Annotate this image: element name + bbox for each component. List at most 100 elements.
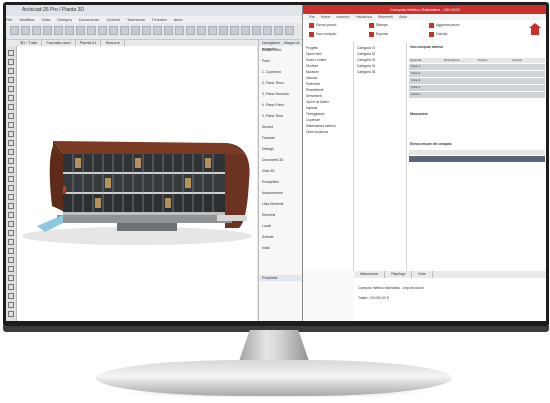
grid-row[interactable]: Voce 2 — [409, 71, 545, 78]
toolbox-tool-icon[interactable] — [8, 194, 14, 200]
navigator-item[interactable]: Documenti 3D — [262, 158, 283, 163]
toolbox-tool-icon[interactable] — [8, 176, 14, 182]
toolbox-tool-icon[interactable] — [8, 149, 14, 155]
toolbox-tool-icon[interactable] — [8, 50, 14, 56]
navigator-item[interactable]: 4. Piano Primo — [262, 103, 284, 108]
toolbar-tool-icon[interactable] — [219, 26, 228, 35]
toolbar-tool-icon[interactable] — [175, 26, 184, 35]
toolbar-tool-icon[interactable] — [197, 26, 206, 35]
navigator-item[interactable]: Locali — [262, 224, 271, 229]
tree-item[interactable]: Intonaci — [306, 76, 317, 80]
toolbox-tool-icon[interactable] — [8, 104, 14, 110]
toolbox-tool-icon[interactable] — [8, 185, 14, 191]
toolbar-tool-icon[interactable] — [142, 26, 151, 35]
navigator-item[interactable]: Edificio Uffici — [262, 48, 281, 53]
ribbon-command[interactable]: Aggiorna prezzi — [436, 23, 460, 27]
toolbox-tool-icon[interactable] — [8, 95, 14, 101]
cad-menu-item[interactable]: Documento — [79, 17, 99, 22]
sub-category-item[interactable]: Categoria 01 — [357, 46, 375, 50]
ribbon-tab[interactable]: File — [309, 15, 315, 19]
toolbox-tool-icon[interactable] — [8, 266, 14, 272]
toolbox-tool-icon[interactable] — [8, 122, 14, 128]
toolbar-tool-icon[interactable] — [76, 26, 85, 35]
tree-item[interactable]: Strutture — [306, 64, 318, 68]
tree-item[interactable]: Murature — [306, 70, 319, 74]
toolbox-tool-icon[interactable] — [8, 311, 14, 317]
navigator-item[interactable]: Indici — [262, 246, 270, 251]
cad-menu-item[interactable]: Modifica — [19, 17, 34, 22]
ribbon-tab[interactable]: Inserisci — [336, 15, 349, 19]
toolbar-tool-icon[interactable] — [153, 26, 162, 35]
toolbar-tool-icon[interactable] — [98, 26, 107, 35]
measures-selected-row[interactable] — [409, 156, 545, 163]
toolbar-tool-icon[interactable] — [241, 26, 250, 35]
toolbox-tool-icon[interactable] — [8, 239, 14, 245]
toolbar-tool-icon[interactable] — [263, 26, 272, 35]
tree-item[interactable]: Tinteggiature — [306, 112, 325, 116]
ribbon-command-icon[interactable] — [309, 32, 314, 37]
sub-category-item[interactable]: Categoria 04 — [357, 64, 375, 68]
grid-row[interactable]: Voce 3 — [409, 78, 545, 85]
tree-item[interactable]: Progetto — [306, 46, 318, 50]
toolbox-tool-icon[interactable] — [8, 257, 14, 263]
toolbar-tool-icon[interactable] — [285, 26, 294, 35]
toolbar-tool-icon[interactable] — [274, 26, 283, 35]
bottom-tab[interactable]: Riepilogo — [385, 271, 413, 278]
cad-menu-item[interactable]: Vista — [41, 17, 50, 22]
toolbox-tool-icon[interactable] — [8, 140, 14, 146]
navigator-item[interactable]: 1. Copertura — [262, 70, 281, 75]
grid-row[interactable]: Voce 1 — [409, 64, 545, 71]
navigator-item[interactable]: Prospettive — [262, 180, 279, 185]
tree-item[interactable]: Oneri sicurezza — [306, 130, 328, 134]
ribbon-command[interactable]: Stampa — [376, 23, 388, 27]
toolbox-tool-icon[interactable] — [8, 158, 14, 164]
tree-item[interactable]: Coperture — [306, 118, 320, 122]
navigator-item[interactable]: 3. Piano Secondo — [262, 92, 289, 97]
toolbar-tool-icon[interactable] — [54, 26, 63, 35]
toolbar-tool-icon[interactable] — [120, 26, 129, 35]
toolbar-tool-icon[interactable] — [32, 26, 41, 35]
ribbon-command-icon[interactable] — [429, 32, 434, 37]
toolbox-tool-icon[interactable] — [8, 212, 14, 218]
toolbar-tool-icon[interactable] — [164, 26, 173, 35]
bottom-tab[interactable]: Note — [412, 271, 433, 278]
navigator-item[interactable]: Dettagli — [262, 147, 274, 152]
toolbar-tool-icon[interactable] — [208, 26, 217, 35]
tree-item[interactable]: Serramenti — [306, 94, 322, 98]
tree-item[interactable]: Rivestimenti — [306, 88, 323, 92]
toolbox-tool-icon[interactable] — [8, 167, 14, 173]
toolbar-tool-icon[interactable] — [43, 26, 52, 35]
bottom-tab[interactable]: Misurazione — [354, 271, 386, 278]
navigator-item[interactable]: Assonometrie — [262, 191, 283, 196]
navigator-item[interactable]: Piani — [262, 59, 270, 64]
toolbar-tool-icon[interactable] — [21, 26, 30, 35]
ribbon-command-icon[interactable] — [309, 23, 314, 28]
tree-item[interactable]: Scavi e rinterri — [306, 58, 326, 62]
toolbox-tool-icon[interactable] — [8, 68, 14, 74]
grid-row[interactable]: Voce 4 — [409, 85, 545, 92]
cad-menu-item[interactable]: Teamwork — [127, 17, 145, 22]
cad-menu-item[interactable]: Disegno — [57, 17, 72, 22]
tree-item[interactable]: Pavimenti — [306, 82, 320, 86]
toolbox-tool-icon[interactable] — [8, 302, 14, 308]
toolbox-tool-icon[interactable] — [8, 221, 14, 227]
toolbar-tool-icon[interactable] — [87, 26, 96, 35]
cad-menu-item[interactable]: Opzioni — [106, 17, 120, 22]
navigator-item[interactable]: Elementi — [262, 213, 275, 218]
navigator-item[interactable]: 2. Piano Terzo — [262, 81, 284, 86]
tree-item[interactable]: Impianti — [306, 106, 317, 110]
ribbon-tab[interactable]: Home — [321, 15, 331, 19]
cad-menu-item[interactable]: Finestra — [152, 17, 166, 22]
ribbon-command[interactable]: Elenco prezzi — [316, 23, 336, 27]
toolbox-tool-icon[interactable] — [8, 284, 14, 290]
toolbar-tool-icon[interactable] — [186, 26, 195, 35]
sub-category-item[interactable]: Categoria 03 — [357, 58, 375, 62]
toolbox-tool-icon[interactable] — [8, 293, 14, 299]
toolbar-tool-icon[interactable] — [131, 26, 140, 35]
toolbox-tool-icon[interactable] — [8, 230, 14, 236]
toolbox-tool-icon[interactable] — [8, 131, 14, 137]
ribbon-tab[interactable]: Visualizza — [356, 15, 372, 19]
ribbon-command[interactable]: Voci computo — [316, 32, 336, 36]
toolbox-tool-icon[interactable] — [8, 59, 14, 65]
tree-item[interactable]: Sistemazioni esterne — [306, 124, 336, 128]
